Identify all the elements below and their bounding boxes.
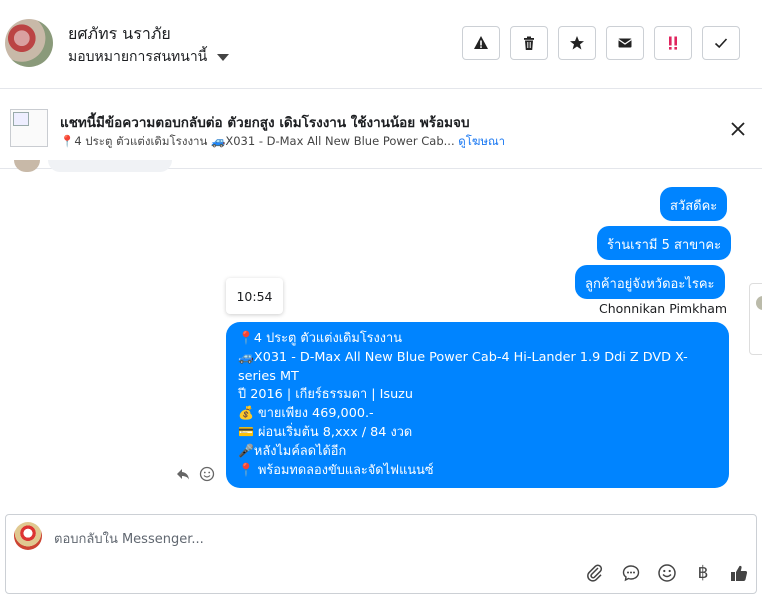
mark-done-button[interactable]: [702, 26, 740, 60]
message-line: ปี 2016 | เกียร์ธรรมดา | Isuzu: [238, 387, 414, 403]
ad-subtitle: 📍4 ประตู ตัวแต่งเดิมโรงงาน 🚙X031 - D-Max…: [60, 134, 455, 148]
sender-name: Chonnikan Pimkham: [599, 301, 728, 316]
outgoing-message-bubble: ร้านเรามี 5 สาขาคะ: [597, 226, 732, 260]
star-icon: [570, 36, 584, 50]
priority-button[interactable]: [654, 26, 692, 60]
message-line: 🎤หลังไมค์ลดได้อีก: [238, 443, 347, 459]
payment-button[interactable]: ฿: [692, 562, 714, 584]
ad-thumbnail[interactable]: [10, 109, 48, 147]
reply-composer: [5, 514, 757, 594]
message-line: 💳 ผ่อนเริ่มต้น 8,xxx / 84 งวด: [238, 424, 413, 440]
contact-avatar-small: [14, 160, 40, 172]
emoji-button[interactable]: [656, 562, 678, 584]
page-avatar: [14, 522, 42, 550]
outgoing-message-bubble: ลูกค้าอยู่จังหวัดอะไรคะ: [575, 265, 725, 299]
like-button[interactable]: [728, 562, 750, 584]
ad-context-banner: แชทนี้มีข้อความตอบกลับต่อ ตัวยกสูง เดิมโ…: [0, 89, 762, 169]
saved-replies-button[interactable]: [620, 562, 642, 584]
outgoing-message-bubble: 📍4 ประตู ตัวแต่งเดิมโรงงาน 🚙X031 - D-Max…: [226, 322, 729, 488]
mark-unread-button[interactable]: [606, 26, 644, 60]
paperclip-icon: [587, 564, 603, 582]
message-line: 🚙X031 - D-Max All New Blue Power Cab-4 H…: [238, 349, 688, 384]
assign-conversation-dropdown[interactable]: มอบหมายการสนทนานี้: [68, 46, 230, 68]
thumbs-up-icon: [731, 565, 748, 581]
message-line: 📍 พร้อมทดลองขับและจัดไฟแนนซ์: [238, 462, 434, 478]
check-icon: [714, 38, 728, 49]
reply-input[interactable]: [54, 530, 554, 548]
ad-title: แชทนี้มีข้อความตอบกลับต่อ ตัวยกสูง เดิมโ…: [60, 115, 470, 131]
baht-icon: ฿: [697, 563, 709, 583]
timestamp-tooltip: 10:54: [226, 278, 283, 314]
trash-icon: [524, 36, 534, 50]
ad-subtitle-row: 📍4 ประตู ตัวแต่งเดิมโรงงาน 🚙X031 - D-Max…: [60, 133, 505, 151]
envelope-icon: [618, 38, 632, 48]
assign-label: มอบหมายการสนทนานี้: [68, 49, 208, 65]
close-icon[interactable]: [729, 120, 747, 138]
incoming-message-bubble: [48, 160, 172, 172]
contact-name[interactable]: ยศภัทร นราภัย: [68, 22, 171, 47]
message-line: 💰 ขายเพียง 469,000.-: [238, 406, 374, 422]
star-button[interactable]: [558, 26, 596, 60]
chat-bubble-icon: [622, 565, 640, 582]
view-ad-link[interactable]: ดูโฆษณา: [458, 134, 505, 148]
delete-button[interactable]: [510, 26, 548, 60]
side-panel-edge[interactable]: [749, 283, 762, 355]
warning-icon: [474, 36, 488, 49]
conversation-header: ยศภัทร นราภัย มอบหมายการสนทนานี้: [0, 0, 762, 89]
reply-icon[interactable]: [175, 466, 191, 482]
message-line: 📍4 ประตู ตัวแต่งเดิมโรงงาน: [238, 331, 402, 346]
smiley-icon[interactable]: [199, 466, 215, 482]
double-exclamation-icon: [669, 36, 677, 50]
smiley-icon: [658, 564, 676, 582]
outgoing-message-bubble: สวัสดีคะ: [660, 187, 728, 221]
message-actions: [175, 466, 215, 482]
mark-spam-button[interactable]: [462, 26, 500, 60]
attach-button[interactable]: [584, 562, 606, 584]
caret-down-icon: [217, 53, 230, 61]
contact-avatar[interactable]: [5, 19, 53, 67]
